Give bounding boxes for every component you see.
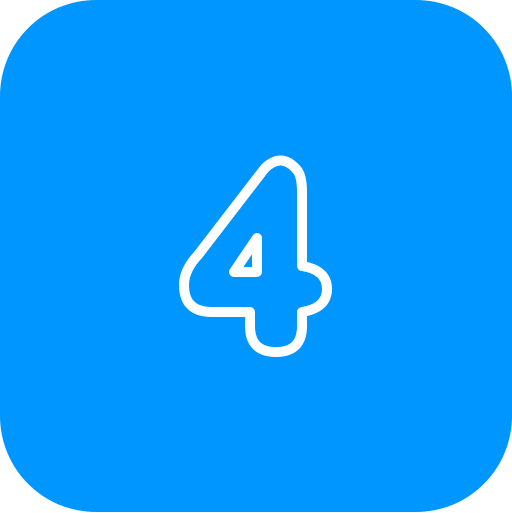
number-four-icon <box>0 0 512 512</box>
number-four-tile: 4 <box>0 0 512 512</box>
